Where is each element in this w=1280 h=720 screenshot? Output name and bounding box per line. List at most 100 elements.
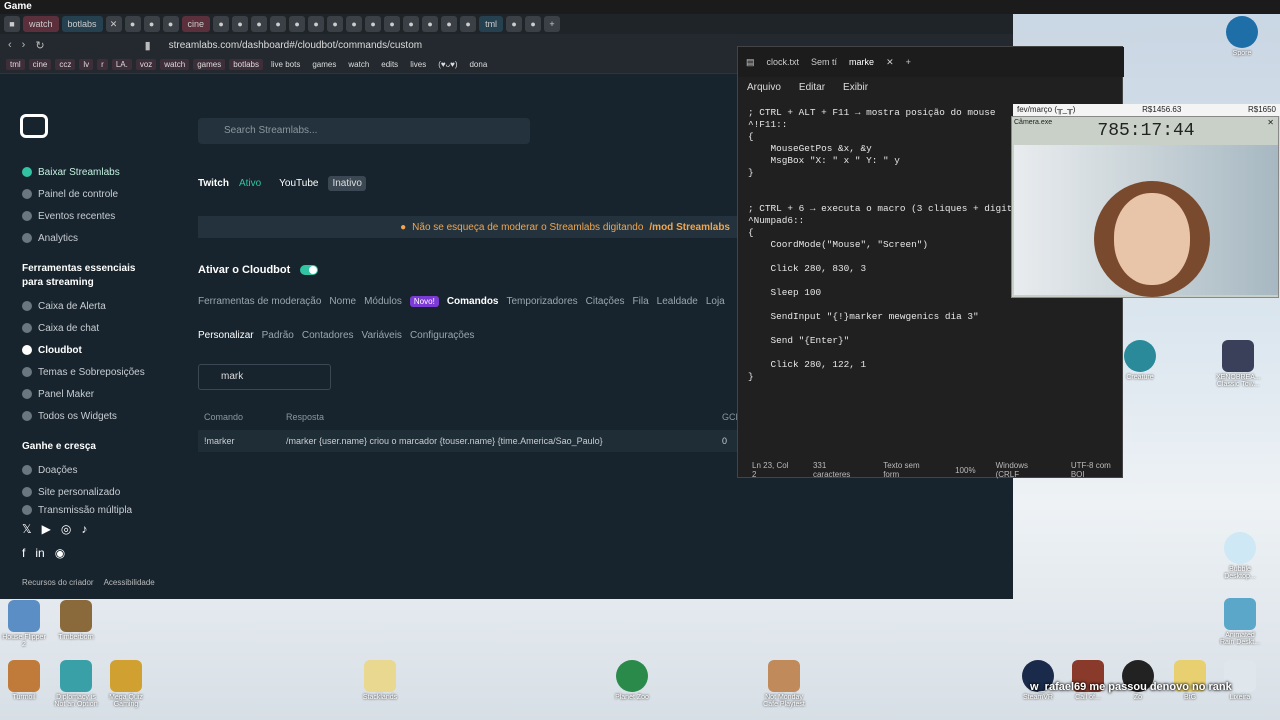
subtab-default[interactable]: Padrão: [262, 330, 294, 341]
discord-icon[interactable]: ◉: [55, 546, 65, 560]
tab-name[interactable]: Nome: [329, 296, 356, 307]
youtube-label[interactable]: YouTube: [279, 178, 318, 189]
search-input[interactable]: Search Streamlabs...: [198, 118, 530, 144]
close-icon[interactable]: ✕: [886, 57, 894, 68]
tab-icon[interactable]: ●: [460, 16, 477, 32]
tab-icon[interactable]: ●: [346, 16, 363, 32]
tab-botlabs[interactable]: botlabs: [61, 16, 103, 32]
desktop-icon-diplomacy[interactable]: Diplomacy is Not an Option: [54, 660, 98, 708]
tab-icon[interactable]: ●: [251, 16, 268, 32]
tab-icon[interactable]: ●: [289, 16, 306, 32]
tab-icon[interactable]: ●: [327, 16, 344, 32]
menu-edit[interactable]: Editar: [799, 82, 825, 93]
desktop-icon-notmonday[interactable]: Not Monday Cafe Playtest: [762, 660, 806, 708]
bookmark-item[interactable]: lv: [79, 59, 94, 70]
bookmark-item[interactable]: cine: [28, 59, 52, 70]
subtab-counters[interactable]: Contadores: [302, 330, 354, 341]
bookmark-item[interactable]: voz: [135, 59, 157, 70]
back-icon[interactable]: ‹: [8, 39, 12, 51]
tab-icon[interactable]: ●: [213, 16, 230, 32]
tab-modules[interactable]: Módulos: [364, 296, 402, 307]
table-row[interactable]: !marker /marker {user.name} criou o marc…: [198, 430, 738, 452]
command-search-input[interactable]: mark: [198, 364, 331, 390]
tab-close-icon[interactable]: ✕: [105, 16, 122, 32]
streamlabs-logo[interactable]: [20, 114, 48, 138]
bookmark-item[interactable]: live bots: [267, 59, 304, 70]
tab-icon[interactable]: ●: [162, 16, 179, 32]
bookmark-item[interactable]: tml: [6, 59, 25, 70]
tab-queue[interactable]: Fila: [633, 296, 649, 307]
url-bar[interactable]: streamlabs.com/dashboard#/cloudbot/comma…: [169, 40, 422, 51]
subtab-variables[interactable]: Variáveis: [362, 330, 402, 341]
tab-icon[interactable]: ●: [422, 16, 439, 32]
tab-loyalty[interactable]: Lealdade: [657, 296, 698, 307]
tab-icon[interactable]: ●: [506, 16, 523, 32]
tab-icon[interactable]: ●: [365, 16, 382, 32]
tab-tml[interactable]: tml: [479, 16, 504, 32]
desktop-icon-houseflipper[interactable]: House Flipper 2: [2, 600, 46, 648]
sidebar-item-cloudbot[interactable]: Cloudbot: [22, 340, 82, 360]
instagram-icon[interactable]: ◎: [61, 522, 71, 536]
sidebar-item-widgets[interactable]: Todos os Widgets: [22, 406, 117, 426]
tab-icon[interactable]: ●: [308, 16, 325, 32]
tiktok-icon[interactable]: ♪: [81, 522, 87, 536]
tab-icon[interactable]: ●: [124, 16, 141, 32]
bookmark-item[interactable]: (♥ᴗ♥): [434, 59, 461, 70]
tab-icon[interactable]: ●: [384, 16, 401, 32]
desktop-icon-megaquiz[interactable]: Mega Quiz Gaming: [104, 660, 148, 708]
tab-quotes[interactable]: Citações: [586, 296, 625, 307]
notepad-tab[interactable]: Sem tí: [811, 57, 837, 67]
section-tools[interactable]: Ferramentas essenciais para streaming: [22, 262, 152, 290]
bookmark-item[interactable]: watch: [160, 59, 190, 70]
desktop-icon-timberborn[interactable]: Timberborn: [54, 600, 98, 641]
col-command[interactable]: Comando: [204, 412, 243, 422]
desktop-icon-creature[interactable]: Creature: [1118, 340, 1162, 381]
menu-file[interactable]: Arquivo: [747, 82, 781, 93]
subtab-settings[interactable]: Configurações: [410, 330, 474, 341]
desktop-icon-rain[interactable]: Animated Rain Deskt...: [1218, 598, 1262, 646]
bookmark-item[interactable]: ccz: [55, 59, 76, 70]
creator-resources-link[interactable]: Recursos do criador: [22, 578, 94, 587]
desktop-icon-stacklands[interactable]: Stacklands: [358, 660, 402, 701]
bookmark-item[interactable]: botlabs: [229, 59, 263, 70]
new-tab-icon[interactable]: +: [906, 57, 911, 67]
tab-icon[interactable]: ●: [403, 16, 420, 32]
bookmark-item[interactable]: lives: [406, 59, 430, 70]
sidebar-item-themes[interactable]: Temas e Sobreposições: [22, 362, 145, 382]
tab-commands[interactable]: Comandos: [447, 296, 499, 307]
cloudbot-toggle[interactable]: [300, 265, 319, 275]
section-earn[interactable]: Ganhe e cresça: [22, 440, 96, 454]
sidebar-item-panelmaker[interactable]: Panel Maker: [22, 384, 94, 404]
sidebar-item-download[interactable]: Baixar Streamlabs: [22, 162, 120, 182]
bookmark-item[interactable]: r: [97, 59, 108, 70]
tab-icon[interactable]: ●: [441, 16, 458, 32]
reload-icon[interactable]: ↻: [35, 39, 44, 52]
sidebar-item-alertbox[interactable]: Caixa de Alerta: [22, 296, 106, 316]
tab-watch[interactable]: watch: [23, 16, 59, 32]
new-tab-icon[interactable]: +: [544, 16, 561, 32]
tab-icon[interactable]: ●: [143, 16, 160, 32]
desktop-icon-bubble[interactable]: Bubble Desktop...: [1218, 532, 1262, 580]
youtube-icon[interactable]: ▶: [42, 522, 51, 536]
bookmark-item[interactable]: games: [308, 59, 340, 70]
forward-icon[interactable]: ›: [22, 39, 26, 51]
facebook-icon[interactable]: f: [22, 546, 25, 560]
sidebar-item-donations[interactable]: Doações: [22, 460, 77, 480]
bookmark-item[interactable]: LA.: [111, 59, 132, 70]
sidebar-item-website[interactable]: Site personalizado: [22, 482, 120, 502]
bookmark-item[interactable]: watch: [344, 59, 373, 70]
sidebar-item-events[interactable]: Eventos recentes: [22, 206, 115, 226]
notepad-tab[interactable]: clock.txt: [767, 57, 800, 67]
menu-view[interactable]: Exibir: [843, 82, 868, 93]
bookmark-item[interactable]: games: [193, 59, 226, 70]
linkedin-icon[interactable]: in: [35, 546, 44, 560]
x-icon[interactable]: 𝕏: [22, 522, 32, 536]
sidebar-item-chatbox[interactable]: Caixa de chat: [22, 318, 99, 338]
sidebar-item-multistream[interactable]: Transmissão múltipla: [22, 504, 132, 516]
twitch-label[interactable]: Twitch: [198, 178, 229, 189]
tab-icon[interactable]: ●: [232, 16, 249, 32]
tab-icon[interactable]: ●: [270, 16, 287, 32]
tab-store[interactable]: Loja: [706, 296, 725, 307]
desktop-icon-spore[interactable]: Spore: [1220, 16, 1264, 57]
bookmark-icon[interactable]: ▮: [145, 39, 151, 52]
